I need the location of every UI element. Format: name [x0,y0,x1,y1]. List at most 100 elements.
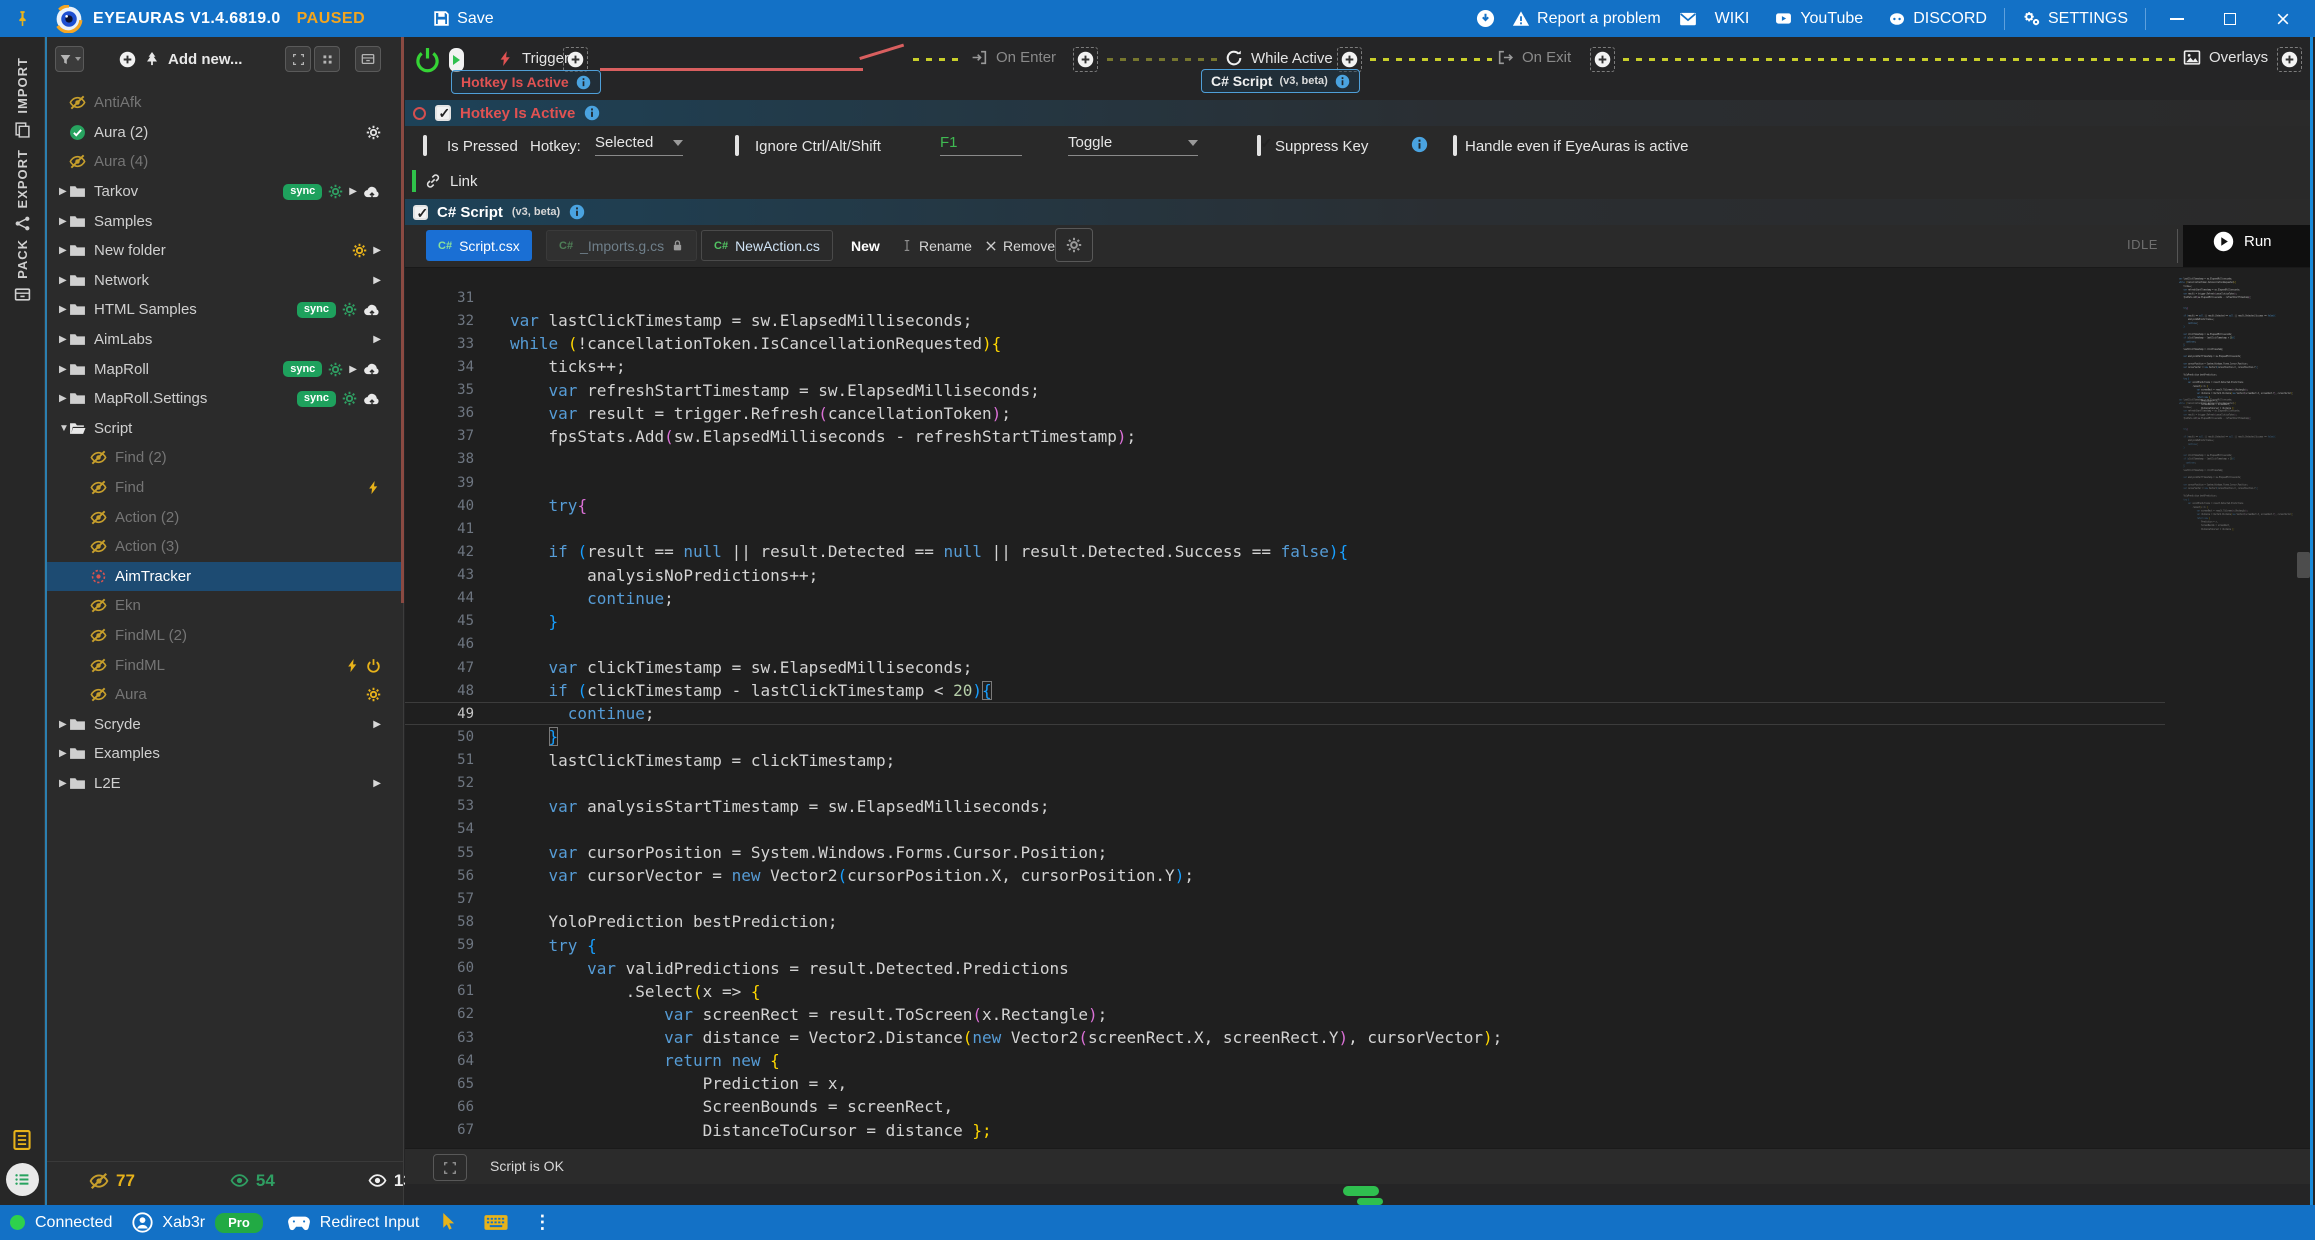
line-number[interactable]: 44 [405,590,492,606]
line-number[interactable]: 61 [405,983,492,999]
line-number[interactable]: 56 [405,868,492,884]
chevron-right-icon[interactable]: ▶ [59,334,69,345]
line-number[interactable]: 35 [405,382,492,398]
line-number[interactable]: 31 [405,290,492,306]
tree-item-action-3-[interactable]: Action (3) [47,532,403,562]
line-number[interactable]: 57 [405,891,492,907]
line-number[interactable]: 50 [405,729,492,745]
tab-newaction[interactable]: C# NewAction.cs [701,230,833,261]
line-number[interactable]: 52 [405,775,492,791]
code-editor[interactable]: 31 32 var lastClickTimestamp = sw.Elapsed… [405,268,2310,1148]
tree-item-aura-2-[interactable]: Aura (2) [47,118,403,148]
line-number[interactable]: 32 [405,313,492,329]
tree-item-maproll[interactable]: ▶MapRollsync▶ [47,354,403,384]
tree-item-html-samples[interactable]: ▶HTML Samplessync [47,295,403,325]
dock-pack[interactable]: PACK [0,239,45,303]
line-number[interactable]: 60 [405,960,492,976]
tree-item-maproll-settings[interactable]: ▶MapRoll.Settingssync [47,384,403,414]
chevron-right-icon[interactable]: ▶ [59,393,69,404]
user-chip[interactable]: Xab3r [132,1212,205,1233]
cursor-icon[interactable] [439,1212,457,1233]
minimize-button[interactable] [2155,0,2199,37]
ignore-modifiers-checkbox[interactable] [735,135,739,156]
tree-item-examples[interactable]: ▶Examples [47,739,403,769]
chevron-right-icon[interactable]: ▶ [59,216,69,227]
add-trigger-button[interactable] [563,47,588,72]
report-problem-button[interactable]: Report a problem [1504,10,1669,28]
tree-item-network[interactable]: ▶Network▶ [47,266,403,296]
line-number[interactable]: 51 [405,752,492,768]
is-pressed-checkbox[interactable] [423,135,427,156]
add-on-enter-button[interactable] [1073,47,1098,72]
filter-button[interactable] [55,46,84,72]
collapse-all-button[interactable] [314,46,340,72]
mode-select[interactable]: Toggle [1068,130,1198,156]
line-number[interactable]: 36 [405,405,492,421]
pin-icon[interactable] [14,10,31,27]
line-number[interactable]: 41 [405,521,492,537]
chevron-right-icon[interactable]: ▶ [59,719,69,730]
notes-icon[interactable] [11,1127,33,1153]
hotkey-trigger-header[interactable]: Hotkey Is Active [405,100,2310,126]
suppress-key-checkbox[interactable] [1257,135,1261,156]
dock-import[interactable]: IMPORT [0,57,45,138]
cloud-download-icon[interactable] [1476,9,1495,28]
wiki-button[interactable]: WIKI [1707,10,1758,28]
tree-item-script[interactable]: ▼Script [47,414,403,444]
chevron-right-icon[interactable]: ▶ [59,778,69,789]
line-number[interactable]: 64 [405,1053,492,1069]
line-number[interactable]: 46 [405,636,492,652]
tree-item-antiafk[interactable]: AntiAfk [47,88,403,118]
line-number[interactable]: 49 [405,706,492,722]
hotkey-enabled-checkbox[interactable] [435,105,451,121]
chevron-right-icon[interactable]: ▶ [59,304,69,315]
discord-button[interactable]: DISCORD [1880,10,1995,28]
save-button[interactable]: Save [433,10,493,28]
line-number[interactable]: 33 [405,336,492,352]
archive-button[interactable] [355,46,381,72]
enable-toggle[interactable] [449,48,464,72]
tree-item-aura-4-[interactable]: Aura (4) [47,147,403,177]
script-settings-button[interactable] [1055,228,1093,262]
line-number[interactable]: 62 [405,1006,492,1022]
settings-button[interactable]: SETTINGS [2014,9,2136,28]
script-enabled-checkbox[interactable] [413,205,428,220]
trigger-pill[interactable]: Hotkey Is Active [451,70,601,94]
line-number[interactable]: 53 [405,798,492,814]
line-number[interactable]: 38 [405,451,492,467]
chevron-right-icon[interactable]: ▶ [59,245,69,256]
line-number[interactable]: 43 [405,567,492,583]
tree-item-find[interactable]: Find [47,473,403,503]
line-number[interactable]: 66 [405,1099,492,1115]
chevron-right-icon[interactable]: ▶ [59,275,69,286]
remove-tab-button[interactable]: Remove [985,230,1055,261]
script-panel-header[interactable]: C# Script (v3, beta) [405,199,2310,225]
tree-item-samples[interactable]: ▶Samples [47,206,403,236]
link-button[interactable]: Link [412,170,478,192]
list-menu-button[interactable] [6,1163,39,1196]
line-number[interactable]: 37 [405,428,492,444]
line-number[interactable]: 58 [405,914,492,930]
line-number[interactable]: 48 [405,683,492,699]
splitter-handle[interactable] [401,37,404,603]
line-number[interactable]: 45 [405,613,492,629]
expand-all-button[interactable] [285,46,311,72]
chevron-right-icon[interactable]: ▶ [59,748,69,759]
rename-tab-button[interactable]: Rename [901,230,972,261]
tree-item-aimtracker[interactable]: AimTracker [47,562,403,592]
new-tab-button[interactable]: New [851,230,880,261]
maximize-button[interactable] [2208,0,2252,37]
line-number[interactable]: 54 [405,821,492,837]
tree-item-ekn[interactable]: Ekn [47,591,403,621]
tree-item-new-folder[interactable]: ▶New folder▶ [47,236,403,266]
tab-script-csx[interactable]: C# Script.csx [426,230,532,261]
line-number[interactable]: 40 [405,498,492,514]
line-number[interactable]: 63 [405,1030,492,1046]
minimap[interactable]: var lastClickTimestamp = sw.ElapsedMilli… [2177,273,2295,1133]
chevron-right-icon[interactable]: ▶ [59,186,69,197]
key-input[interactable]: F1 [940,130,1022,156]
action-pill[interactable]: C# Script (v3, beta) [1201,69,1360,93]
line-number[interactable]: 59 [405,937,492,953]
line-number[interactable]: 34 [405,359,492,375]
redirect-input-toggle[interactable]: Redirect Input [287,1214,420,1232]
